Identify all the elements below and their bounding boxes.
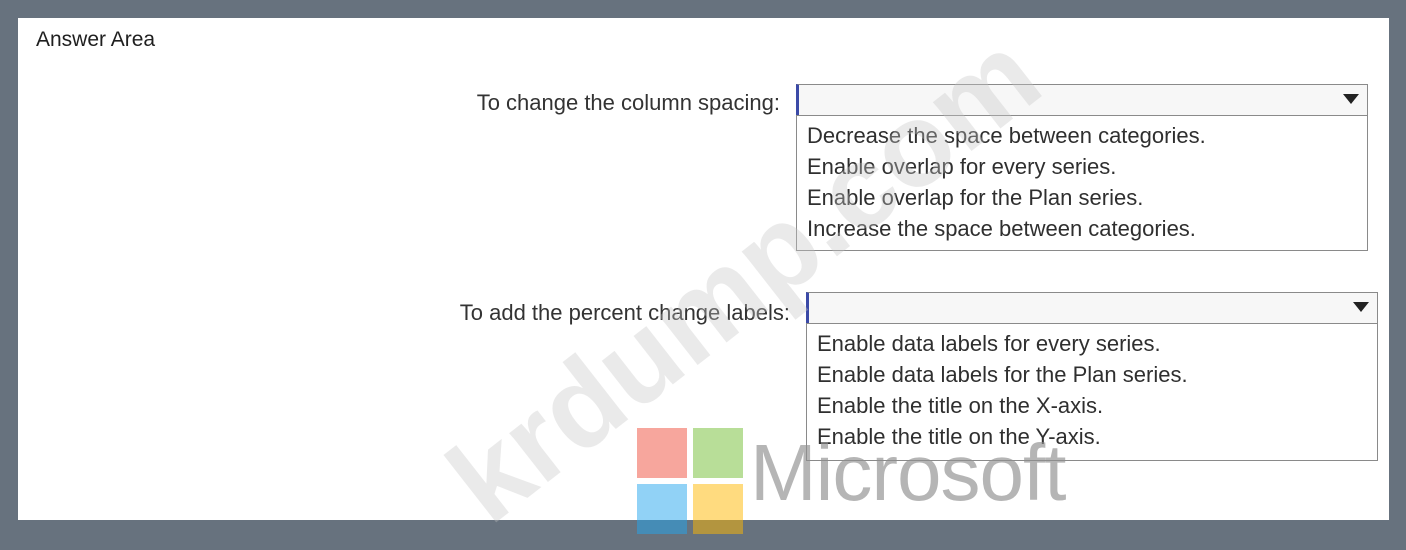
column-spacing-option-increase-space[interactable]: Increase the space between categories. — [797, 213, 1367, 244]
column-spacing-option-overlap-every-series[interactable]: Enable overlap for every series. — [797, 151, 1367, 182]
microsoft-logo: Microsoft — [637, 428, 1066, 534]
question-2-label: To add the percent change labels: — [459, 300, 790, 325]
logo-tile-blue — [637, 484, 687, 534]
percent-change-option-data-labels-every-series[interactable]: Enable data labels for every series. — [807, 328, 1377, 359]
question-1-label: To change the column spacing: — [476, 90, 780, 115]
percent-change-labels-dropdown[interactable] — [806, 292, 1378, 324]
column-spacing-option-overlap-plan-series[interactable]: Enable overlap for the Plan series. — [797, 182, 1367, 213]
column-spacing-options-list: Decrease the space between categories. E… — [796, 115, 1368, 251]
answer-area-title: Answer Area — [36, 28, 156, 51]
logo-tile-red — [637, 428, 687, 478]
column-spacing-option-decrease-space[interactable]: Decrease the space between categories. — [797, 120, 1367, 151]
microsoft-wordmark: Microsoft — [750, 428, 1066, 517]
chevron-down-icon[interactable] — [1353, 302, 1369, 312]
chevron-down-icon[interactable] — [1343, 94, 1359, 104]
percent-change-option-data-labels-plan-series[interactable]: Enable data labels for the Plan series. — [807, 359, 1377, 390]
percent-change-option-title-x-axis[interactable]: Enable the title on the X-axis. — [807, 390, 1377, 421]
microsoft-logo-icon — [637, 428, 745, 536]
logo-tile-yellow — [693, 484, 743, 534]
column-spacing-dropdown[interactable] — [796, 84, 1368, 116]
logo-tile-green — [693, 428, 743, 478]
